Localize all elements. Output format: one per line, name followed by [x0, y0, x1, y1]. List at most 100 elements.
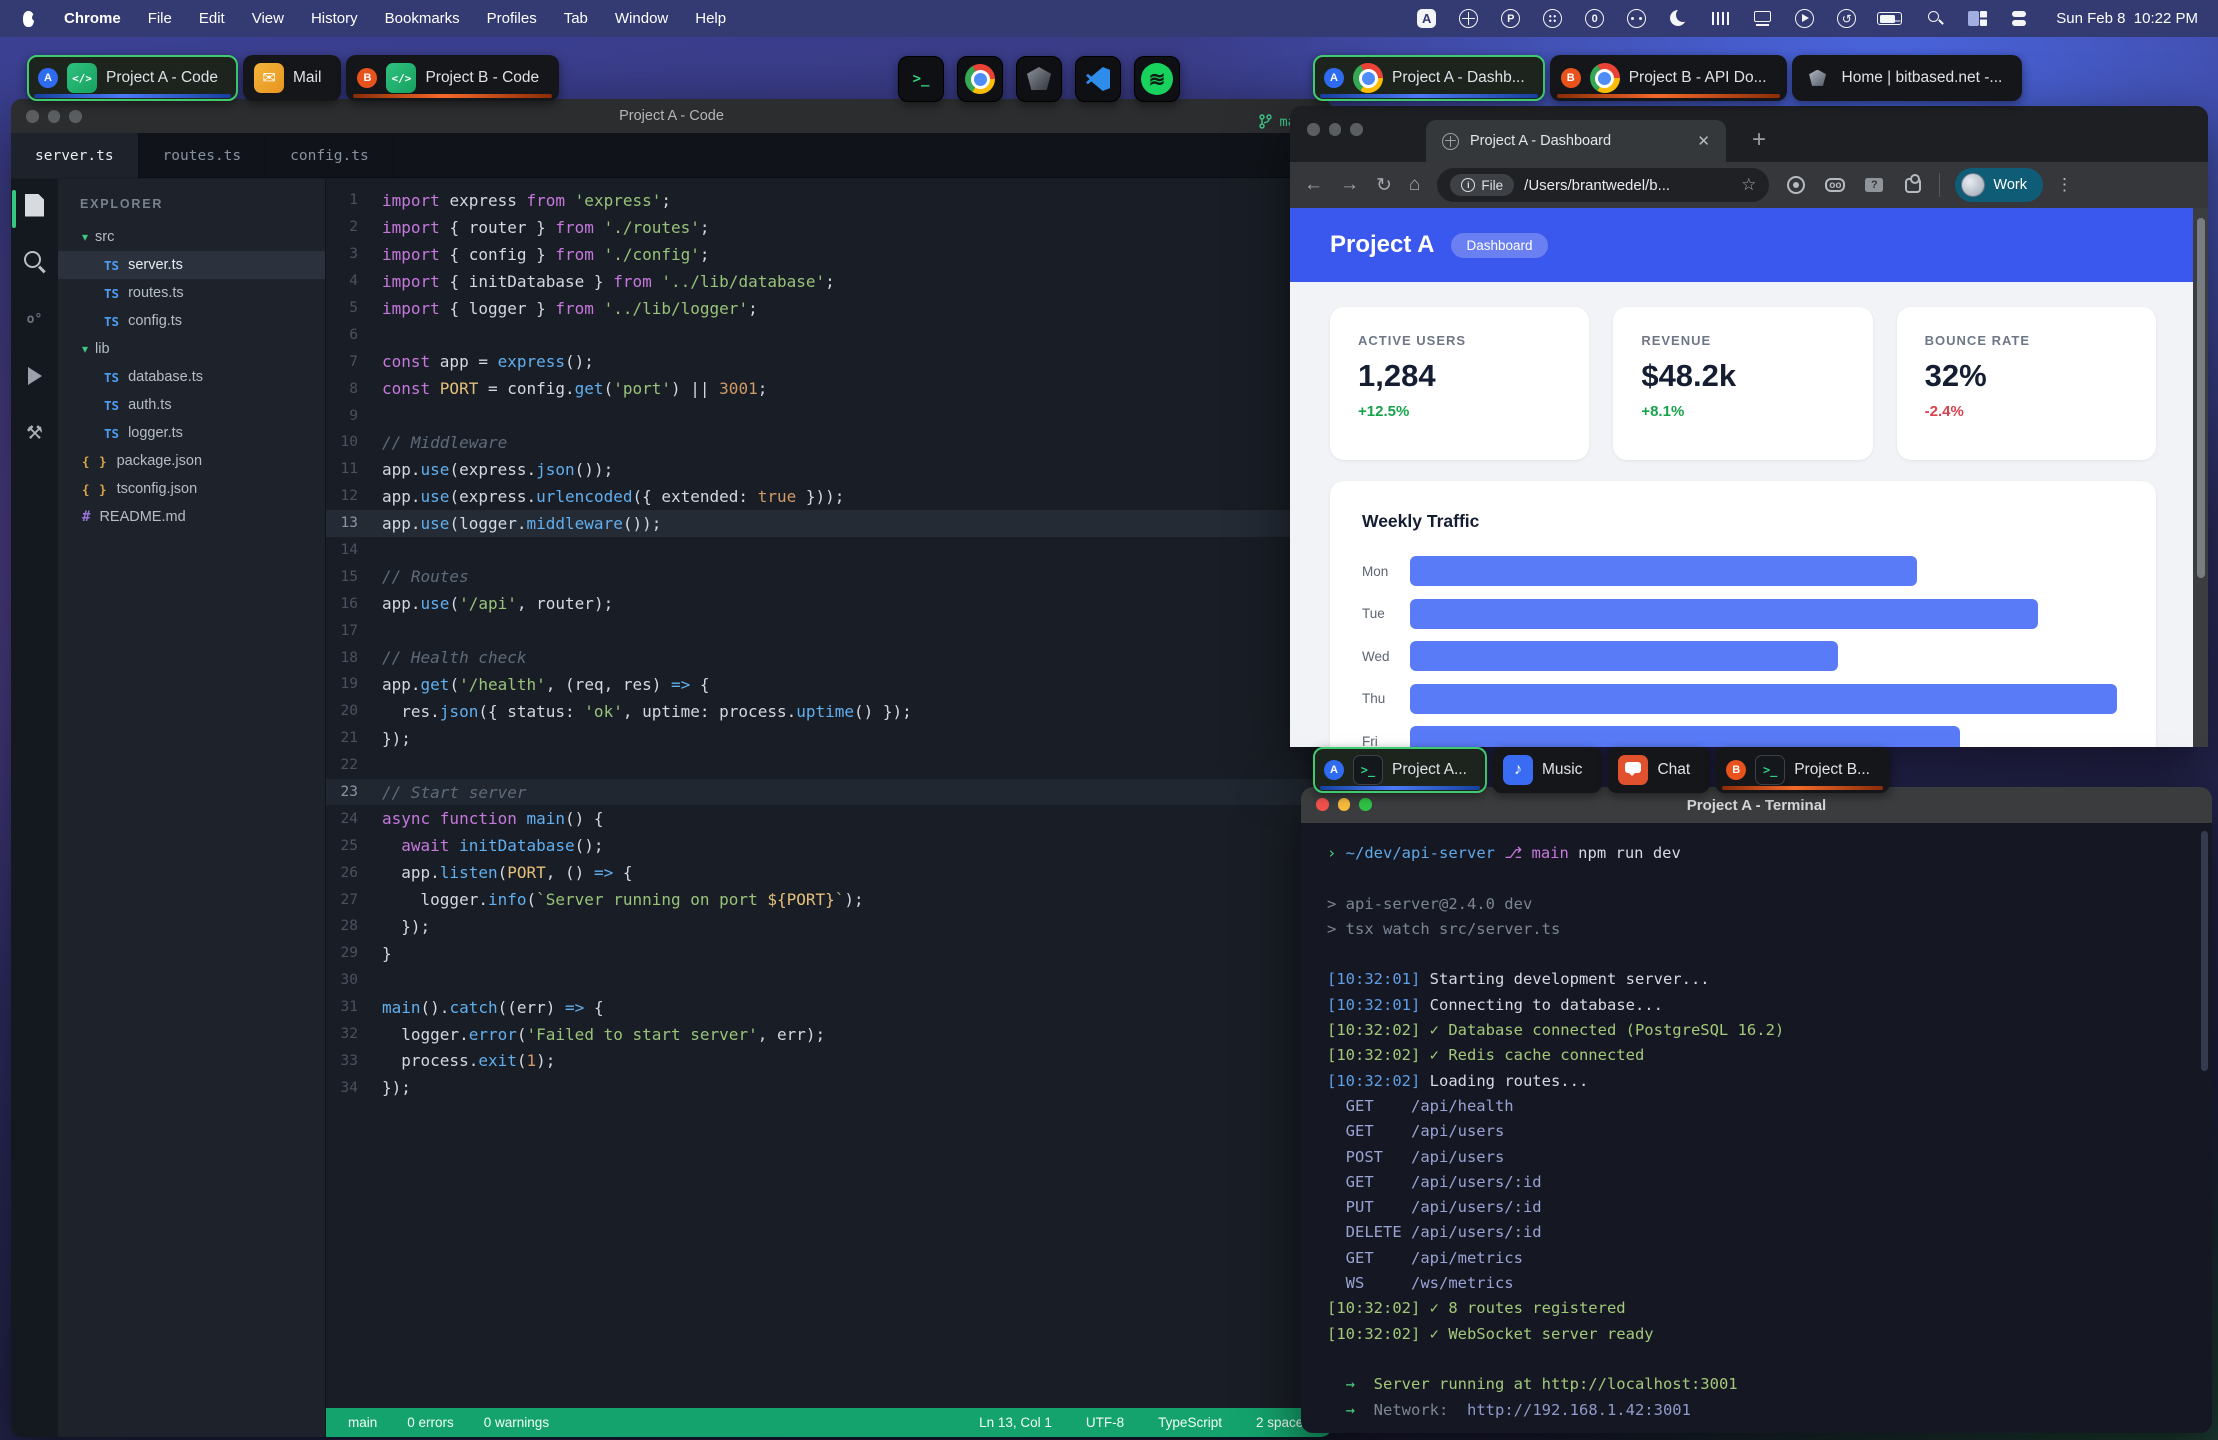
search-icon[interactable]	[1924, 7, 1947, 30]
bar[interactable]	[1410, 684, 2117, 714]
menu-item-tab[interactable]: Tab	[564, 10, 588, 27]
code-line[interactable]: 11app.use(express.json());	[326, 456, 1332, 483]
close-window-button[interactable]	[1316, 798, 1329, 811]
bar[interactable]	[1410, 641, 1838, 671]
url-text[interactable]: /Users/brantwedel/b...	[1524, 177, 1670, 194]
switcher-tab-music[interactable]: Music	[1492, 747, 1602, 793]
menu-app-name[interactable]: Chrome	[64, 10, 121, 27]
explorer-item-package-json[interactable]: { }package.json	[58, 447, 325, 475]
explorer-item-readme-md[interactable]: #README.md	[58, 503, 325, 531]
tools-icon[interactable]: ⚒	[22, 420, 48, 446]
run-debug-icon[interactable]	[22, 363, 48, 389]
menu-item-view[interactable]: View	[252, 10, 284, 27]
toggles-icon[interactable]	[2008, 7, 2031, 30]
spotify-icon[interactable]	[1134, 56, 1180, 102]
status-item-utf-8[interactable]: UTF-8	[1086, 1415, 1124, 1430]
chrome-icon[interactable]	[957, 56, 1003, 102]
explorer-item-config-ts[interactable]: TSconfig.ts	[58, 307, 325, 335]
editor-tab-server-ts[interactable]: server.ts	[11, 133, 139, 178]
code-line[interactable]: 14	[326, 537, 1332, 564]
back-icon[interactable]: ←	[1304, 174, 1323, 196]
explorer-item-src[interactable]: ▾src	[58, 223, 325, 251]
prism-icon[interactable]	[1016, 56, 1062, 102]
profile-button[interactable]: Work	[1955, 168, 2043, 202]
close-tab-icon[interactable]: ✕	[1697, 132, 1710, 150]
bar[interactable]	[1410, 599, 2038, 629]
switcher-tab-project-b-api-do[interactable]: BProject B - API Do...	[1550, 55, 1787, 101]
terminal-scrollbar-thumb[interactable]	[2201, 831, 2208, 1071]
switcher-tab-project-a[interactable]: AProject A...	[1313, 747, 1487, 793]
minimize-window-button[interactable]	[1338, 798, 1351, 811]
badge-p-icon[interactable]	[1499, 7, 1522, 30]
switcher-tab-project-a-code[interactable]: AProject A - Code	[27, 55, 238, 101]
menu-item-window[interactable]: Window	[615, 10, 668, 27]
code-line[interactable]: 21});	[326, 725, 1332, 752]
vscode-icon[interactable]	[1075, 56, 1121, 102]
menu-item-profiles[interactable]: Profiles	[487, 10, 537, 27]
scrollbar-thumb[interactable]	[2197, 218, 2205, 578]
code-editor[interactable]: 1import express from 'express';2import {…	[326, 179, 1332, 1437]
code-line[interactable]: 1import express from 'express';	[326, 187, 1332, 214]
status-item-main[interactable]: main	[348, 1415, 377, 1430]
code-line[interactable]: 20 res.json({ status: 'ok', uptime: proc…	[326, 698, 1332, 725]
explorer-item-tsconfig-json[interactable]: { }tsconfig.json	[58, 475, 325, 503]
play-circle-icon[interactable]	[1793, 7, 1816, 30]
browser-tab-bar[interactable]: Project A - Dashboard ✕ +	[1290, 106, 2208, 162]
code-line[interactable]: 12app.use(express.urlencoded({ extended:…	[326, 483, 1332, 510]
code-line[interactable]: 24async function main() {	[326, 805, 1332, 832]
home-icon[interactable]: ⌂	[1409, 174, 1420, 196]
extensions-puzzle-icon[interactable]	[1902, 174, 1924, 196]
display-icon[interactable]	[1751, 7, 1774, 30]
browser-tab[interactable]: Project A - Dashboard ✕	[1426, 120, 1726, 162]
explorer-icon[interactable]	[22, 192, 48, 218]
terminal-icon[interactable]	[898, 56, 944, 102]
code-line[interactable]: 26 app.listen(PORT, () => {	[326, 859, 1332, 886]
explorer-item-database-ts[interactable]: TSdatabase.ts	[58, 363, 325, 391]
switcher-tab-chat[interactable]: Chat	[1607, 747, 1710, 793]
zoom-window-button[interactable]	[1359, 798, 1372, 811]
explorer-item-lib[interactable]: ▾lib	[58, 335, 325, 363]
close-window-button[interactable]	[1307, 123, 1320, 136]
search-icon[interactable]	[22, 249, 48, 275]
status-item-0-errors[interactable]: 0 errors	[407, 1415, 454, 1430]
extension-goggles-icon[interactable]	[1824, 174, 1846, 196]
switcher-tab-project-a-dashb[interactable]: AProject A - Dashb...	[1313, 55, 1545, 101]
code-line[interactable]: 25 await initDatabase();	[326, 832, 1332, 859]
globe-icon[interactable]	[1457, 7, 1480, 30]
menu-item-edit[interactable]: Edit	[199, 10, 225, 27]
close-window-button[interactable]	[26, 110, 39, 123]
boxed-a-icon[interactable]	[1415, 7, 1438, 30]
explorer-item-auth-ts[interactable]: TSauth.ts	[58, 391, 325, 419]
code-line[interactable]: 19app.get('/health', (req, res) => {	[326, 671, 1332, 698]
menu-clock[interactable]: Sun Feb 8 10:22 PM	[2056, 10, 2198, 27]
code-line[interactable]: 15// Routes	[326, 563, 1332, 590]
code-line[interactable]: 30	[326, 967, 1332, 994]
code-line[interactable]: 7const app = express();	[326, 348, 1332, 375]
window-tiles-icon[interactable]	[1966, 7, 1989, 30]
source-control-icon[interactable]: o°	[22, 306, 48, 332]
bookmark-star-icon[interactable]: ☆	[1741, 175, 1756, 195]
battery-icon[interactable]	[1877, 7, 1905, 30]
terminal-output[interactable]: › ~/dev/api-server ⎇ main npm run dev > …	[1301, 823, 2212, 1433]
code-line[interactable]: 17	[326, 617, 1332, 644]
code-line[interactable]: 6	[326, 321, 1332, 348]
extension-circle-icon[interactable]	[1785, 174, 1807, 196]
editor-tab-config-ts[interactable]: config.ts	[266, 133, 394, 178]
zoom-window-button[interactable]	[69, 110, 82, 123]
code-line[interactable]: 32 logger.error('Failed to start server'…	[326, 1021, 1332, 1048]
switcher-tab-project-b-code[interactable]: BProject B - Code	[346, 55, 559, 101]
code-line[interactable]: 28 });	[326, 913, 1332, 940]
code-line[interactable]: 22	[326, 752, 1332, 779]
history-icon[interactable]	[1835, 7, 1858, 30]
zoom-window-button[interactable]	[1350, 123, 1363, 136]
explorer-item-server-ts[interactable]: TSserver.ts	[58, 251, 325, 279]
vscode-title-bar[interactable]: Project A - Code	[11, 99, 1332, 133]
menu-item-history[interactable]: History	[311, 10, 358, 27]
code-line[interactable]: 18// Health check	[326, 644, 1332, 671]
moon-icon[interactable]	[1667, 7, 1690, 30]
extension-folder-icon[interactable]	[1863, 174, 1885, 196]
code-line[interactable]: 5import { logger } from '../lib/logger';	[326, 295, 1332, 322]
reload-icon[interactable]: ↻	[1376, 174, 1392, 197]
editor-tab-routes-ts[interactable]: routes.ts	[139, 133, 267, 178]
menu-item-help[interactable]: Help	[695, 10, 726, 27]
